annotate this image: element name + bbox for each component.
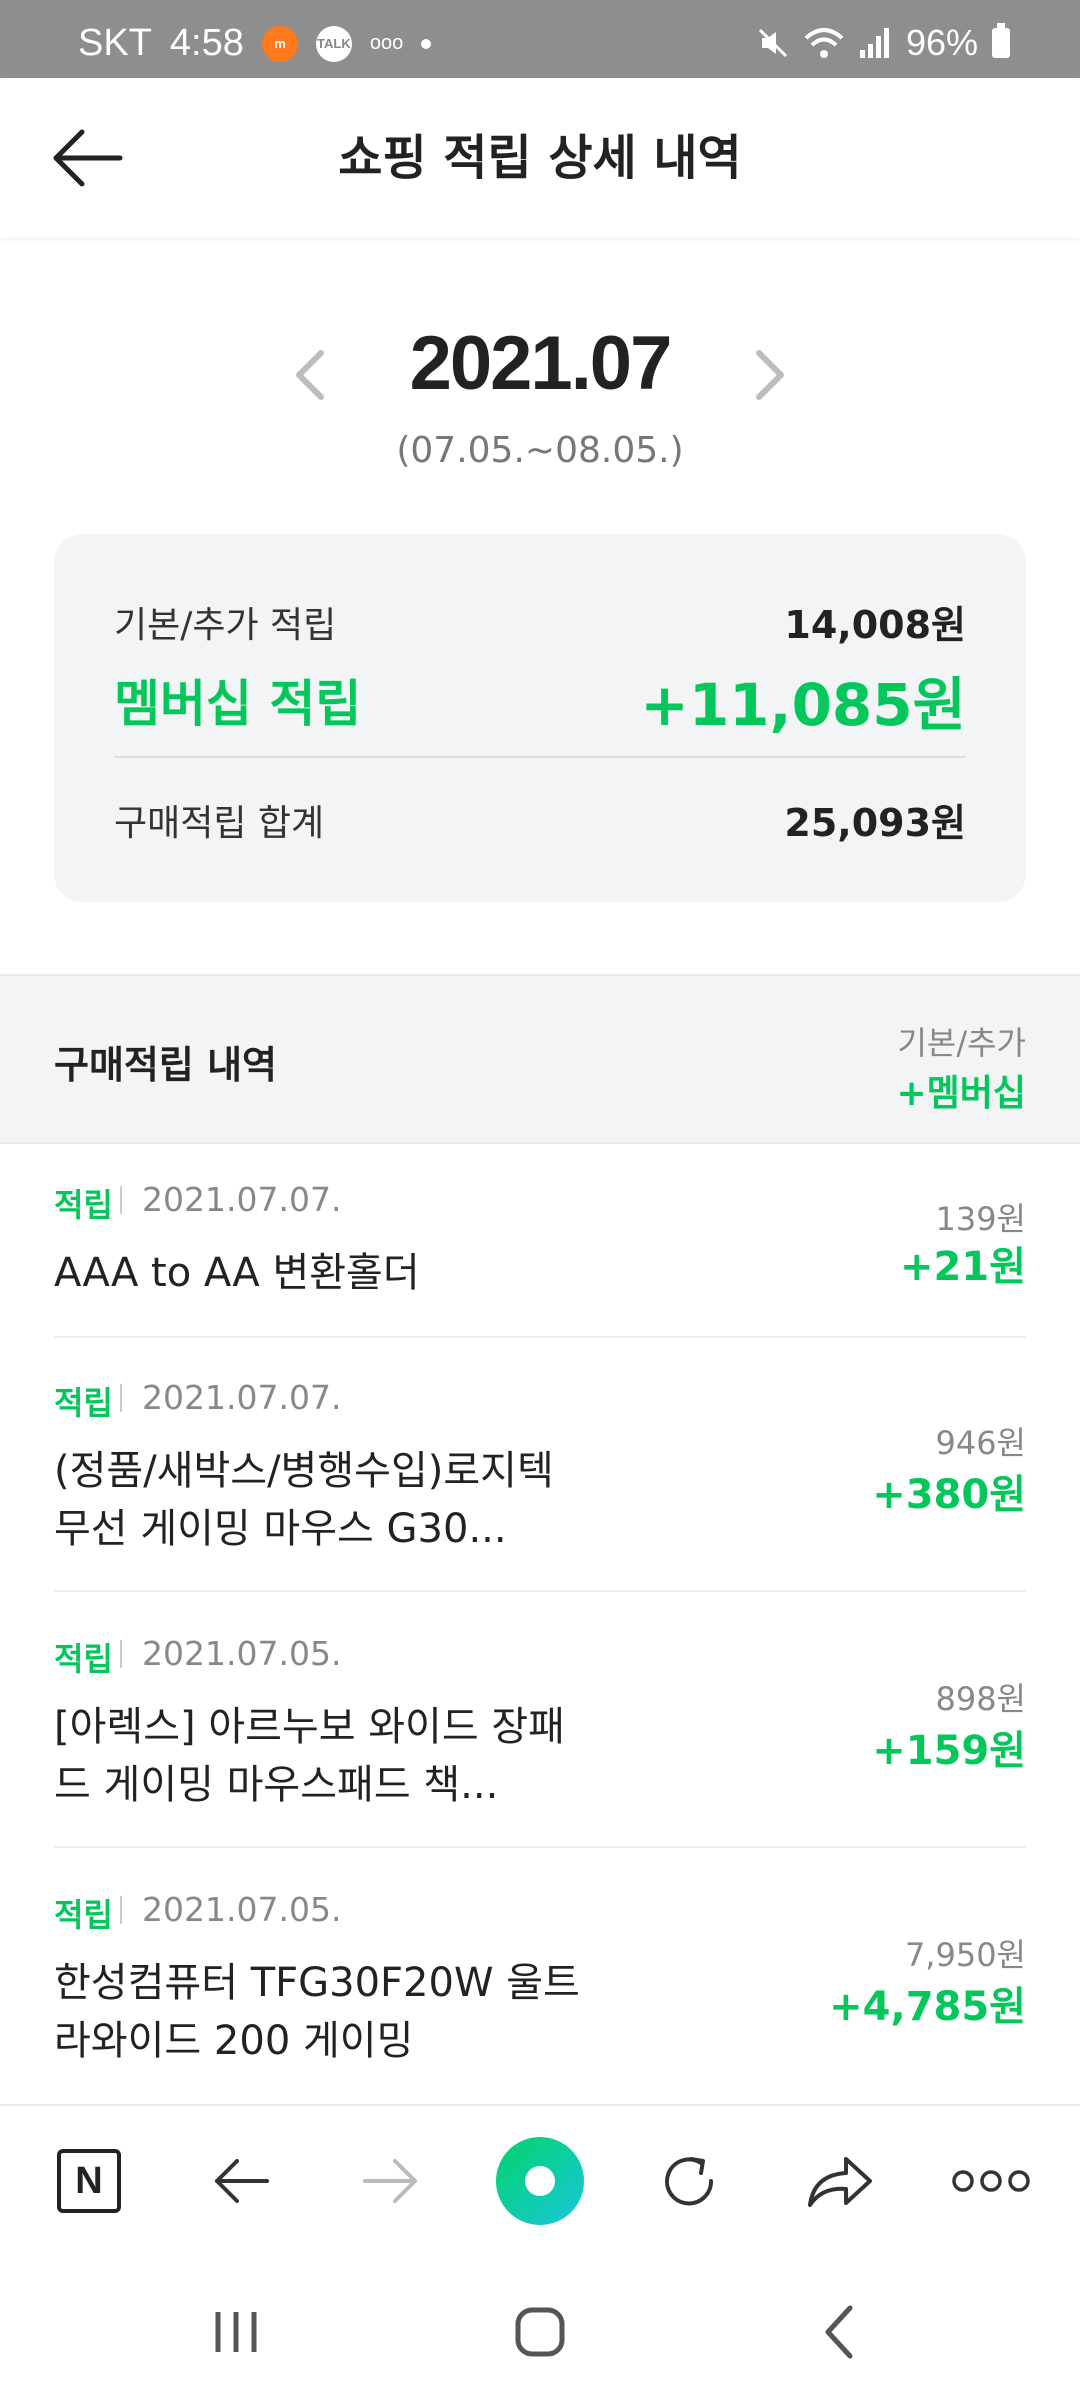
- month-range: (07.05.~08.05.): [396, 430, 684, 471]
- app-header: 쇼핑 적립 상세 내역: [0, 78, 1080, 238]
- battery-icon: [992, 23, 1010, 58]
- signal-icon: [859, 28, 889, 58]
- share-icon[interactable]: [794, 2136, 884, 2226]
- basic-amount: 14,008원: [784, 603, 966, 647]
- membership-label: 멤버십 적립: [114, 675, 362, 733]
- chevron-right-icon[interactable]: [745, 345, 795, 405]
- basic-row: 기본/추가 적립 14,008원: [114, 594, 966, 649]
- total-row: 구매적립 합계 25,093원: [114, 792, 966, 847]
- refresh-icon[interactable]: [644, 2136, 734, 2226]
- app-notification-icon: m: [261, 25, 298, 62]
- n-logo: N: [57, 2149, 121, 2213]
- more-icon[interactable]: [946, 2136, 1036, 2226]
- list-column-basic: 기본/추가: [897, 1024, 1026, 1062]
- separator: [120, 1896, 122, 1924]
- back-arrow-icon[interactable]: [196, 2136, 286, 2226]
- talk-icon: TALK: [315, 25, 352, 62]
- list-column-membership: +멤버십: [896, 1073, 1026, 1114]
- item-name: 한성컴퓨터 TFG30F20W 울트라와이드 200 게이밍: [54, 1960, 580, 2064]
- carrier-label: SKT: [78, 22, 152, 64]
- item-date: 2021.07.07.: [142, 1378, 342, 1417]
- item-date: 2021.07.05.: [142, 1890, 342, 1929]
- naver-home-icon[interactable]: N: [44, 2136, 134, 2226]
- card-divider: [114, 756, 966, 758]
- membership-row: 멤버십 적립 +11,085원: [114, 658, 966, 742]
- membership-amount: +11,085원: [640, 671, 966, 739]
- mute-icon: [758, 28, 787, 58]
- item-name: AAA to AA 변환홀더: [54, 1250, 420, 1296]
- list-header: 구매적립 내역 기본/추가 +멤버십: [0, 974, 1080, 1144]
- separator: [120, 1384, 122, 1412]
- separator: [120, 1640, 122, 1668]
- summary-card: 기본/추가 적립 14,008원 멤버십 적립 +11,085원 구매적립 합계…: [54, 534, 1026, 902]
- arrow-left-icon[interactable]: [48, 118, 128, 198]
- total-label: 구매적립 합계: [114, 802, 325, 844]
- item-date: 2021.07.07.: [142, 1180, 342, 1219]
- item-membership-points: +159원: [872, 1728, 1026, 1774]
- item-membership-points: +4,785원: [829, 1984, 1026, 2030]
- status-right: 96%: [756, 22, 1010, 64]
- month-selector: 2021.07: [0, 320, 1080, 407]
- item-name: (정품/새박스/병행수입)로지텍 무선 게이밍 마우스 G30...: [54, 1448, 554, 1552]
- page-title: 쇼핑 적립 상세 내역: [338, 130, 742, 186]
- wifi-icon: [804, 28, 844, 58]
- system-nav-bar: [0, 2256, 1080, 2400]
- item-tag: 적립: [54, 1384, 113, 1422]
- ooo-icon: ooo: [369, 32, 404, 54]
- item-tag: 적립: [54, 1640, 113, 1678]
- item-membership-points: +380원: [872, 1472, 1026, 1518]
- home-icon[interactable]: [500, 2292, 580, 2372]
- item-name: [아렉스] 아르누보 와이드 장패드 게이밍 마우스패드 책...: [54, 1704, 565, 1808]
- browser-toolbar: N: [0, 2104, 1080, 2258]
- item-base-points: 898원: [935, 1680, 1026, 1718]
- dot-icon: [421, 38, 432, 49]
- list-item[interactable]: 적립 2021.07.05. [아렉스] 아르누보 와이드 장패드 게이밍 마우…: [54, 1634, 1026, 1848]
- item-base-points: 7,950원: [904, 1936, 1026, 1974]
- item-date: 2021.07.05.: [142, 1634, 342, 1673]
- total-amount: 25,093원: [784, 801, 966, 845]
- forward-arrow-icon[interactable]: [346, 2136, 436, 2226]
- list-item[interactable]: 적립 2021.07.07. AAA to AA 변환홀더 139원 +21원: [54, 1180, 1026, 1338]
- selected-month: 2021.07: [409, 321, 673, 406]
- battery-level: 96%: [905, 22, 978, 63]
- back-icon[interactable]: [800, 2292, 880, 2372]
- green-dot-button: [496, 2137, 584, 2225]
- clock: 4:58: [169, 22, 244, 64]
- item-membership-points: +21원: [900, 1244, 1026, 1290]
- status-left: SKT 4:58 m TALK ooo: [78, 22, 432, 65]
- list-title: 구매적립 내역: [54, 1043, 277, 1087]
- list-item[interactable]: 적립 2021.07.07. (정품/새박스/병행수입)로지텍 무선 게이밍 마…: [54, 1378, 1026, 1592]
- recent-apps-icon[interactable]: [196, 2292, 276, 2372]
- item-tag: 적립: [54, 1186, 113, 1224]
- basic-label: 기본/추가 적립: [114, 604, 337, 646]
- item-tag: 적립: [54, 1896, 113, 1934]
- separator: [120, 1186, 122, 1214]
- green-dot-icon[interactable]: [495, 2136, 585, 2226]
- list-item[interactable]: 적립 2021.07.05. 한성컴퓨터 TFG30F20W 울트라와이드 20…: [54, 1890, 1026, 2102]
- status-bar: SKT 4:58 m TALK ooo 96%: [0, 0, 1080, 78]
- item-base-points: 946원: [935, 1424, 1026, 1462]
